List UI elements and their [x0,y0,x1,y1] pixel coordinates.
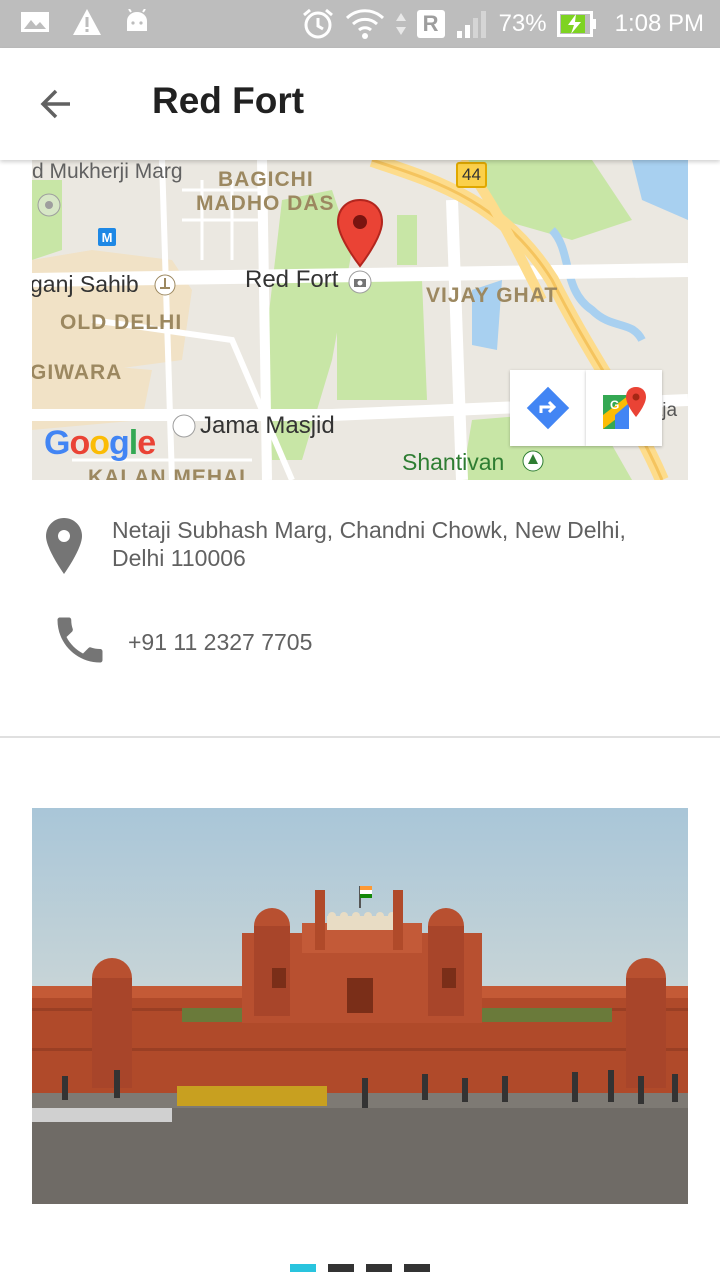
camera-icon [348,270,372,294]
carousel-dot[interactable] [366,1264,392,1272]
system-icons: R 73% 1:08 PM [301,7,704,41]
map-label-area: BAGICHI [218,168,314,191]
section-divider [0,736,720,738]
map-label-area: MADHO DAS [196,192,335,215]
svg-text:G: G [610,398,619,412]
roaming-badge: R [416,10,445,38]
place-photo[interactable] [32,808,688,1204]
notification-icons [20,8,150,36]
signal-icon [456,11,486,38]
address-text: Netaji Subhash Marg, Chandni Chowk, New … [112,517,626,571]
map-label-poi: Jama Masjid [200,412,335,439]
address-row[interactable]: Netaji Subhash Marg, Chandni Chowk, New … [0,510,720,590]
carousel-indicators [290,1264,430,1272]
image-notification-icon [21,12,49,32]
warning-icon [73,9,101,35]
map-label-street: d Mukherji Marg [32,160,183,183]
page-title: Red Fort [152,80,305,121]
open-in-maps-button[interactable]: G [586,370,662,446]
android-icon [127,9,147,31]
gurudwara-icon [154,274,176,296]
google-logo: Google [44,424,156,462]
location-pin-icon [336,198,384,268]
carousel-dot[interactable] [328,1264,354,1272]
battery-percent: 73% [498,10,547,37]
status-bar: R 73% 1:08 PM [0,0,720,48]
google-maps-icon: G [603,387,646,429]
park-icon [522,450,544,472]
location-pin-icon [46,518,82,574]
map-label-poi: Shantivan [402,449,505,475]
directions-button[interactable] [510,370,586,446]
battery-charging-icon [556,11,596,37]
back-button[interactable] [28,76,84,132]
map-label-area: KALAN MEHAL [88,466,253,480]
directions-icon [526,386,570,430]
red-fort-photo [32,808,688,1204]
map-label-area: VIJAY GHAT [426,284,559,307]
data-arrows-icon [395,13,406,35]
app-bar: Red Fort [0,48,720,160]
mosque-icon [172,414,196,438]
clock: 1:08 PM [614,10,704,37]
carousel-dot[interactable] [404,1264,430,1272]
back-arrow-icon [40,89,70,119]
phone-number: +91 11 2327 7705 [128,629,313,655]
svg-text:M: M [102,230,113,245]
wifi-icon [345,9,384,39]
metro-icon: M [98,228,116,246]
phone-icon [57,617,103,663]
carousel-dot-active[interactable] [290,1264,316,1272]
map-pin-label: Red Fort [245,266,339,293]
map-label-area: GIWARA [32,361,123,384]
map-label-poi: ganj Sahib [32,271,139,297]
locate-icon [37,193,61,217]
map-label-area: OLD DELHI [60,311,183,334]
map-view[interactable]: d Mukherji Marg BAGICHI MADHO DAS 44 gan… [32,160,688,480]
highway-shield: 44 [456,162,487,188]
alarm-icon [302,8,333,39]
phone-row[interactable]: +91 11 2327 7705 [0,610,720,674]
